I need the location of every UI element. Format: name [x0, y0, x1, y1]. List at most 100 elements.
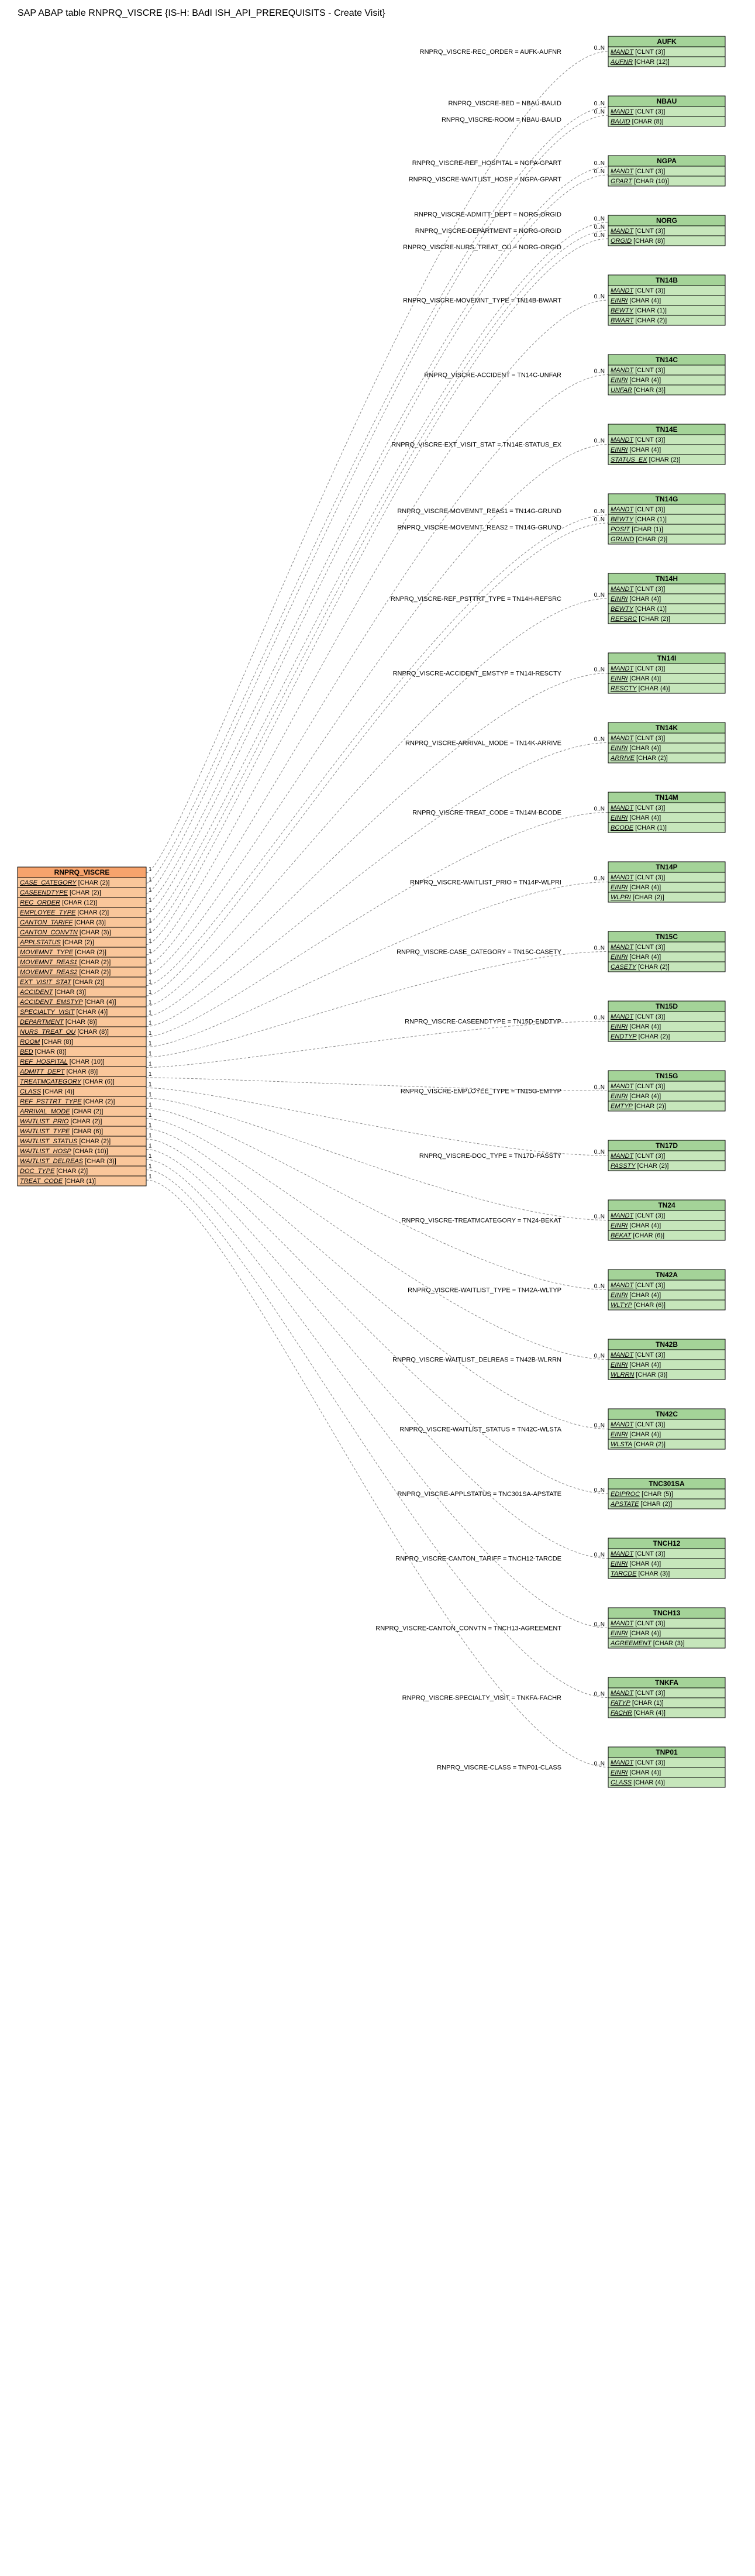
cardinality-left: 1 [149, 918, 152, 924]
cardinality-right: 0..N [594, 438, 605, 445]
cardinality-right: 0..N [594, 737, 605, 743]
table-field: FACHR [CHAR (4)] [611, 1710, 666, 1717]
relation-label: RNPRQ_VISCRE-NURS_TREAT_OU = NORG-ORGID [403, 244, 561, 251]
table-field: EINRI [CHAR (4)] [611, 297, 661, 304]
table-field: EMTYP [CHAR (2)] [611, 1103, 666, 1110]
cardinality-left: 1 [149, 1123, 152, 1129]
cardinality-right: 0..N [594, 517, 605, 523]
table-field: EMPLOYEE_TYPE [CHAR (2)] [20, 909, 109, 916]
table-field: EINRI [CHAR (4)] [611, 814, 661, 821]
table-field: EXT_VISIT_STAT [CHAR (2)] [20, 979, 104, 986]
relation-edge [146, 1109, 608, 1290]
table-field: EINRI [CHAR (4)] [611, 675, 661, 682]
table-field: MANDT [CLNT (3)] [611, 367, 665, 374]
table-title: NBAU [657, 97, 677, 105]
table-field: BEWTY [CHAR (1)] [611, 516, 667, 523]
relation-edge [146, 1170, 608, 1698]
relation-label: RNPRQ_VISCRE-REF_PSTTRT_TYPE = TN14H-REF… [391, 596, 561, 603]
table-field: MANDT [CLNT (3)] [611, 1759, 665, 1766]
table-TN17D: TN17DMANDT [CLNT (3)]PASSTY [CHAR (2)] [608, 1140, 725, 1171]
table-title: TN14K [656, 724, 678, 732]
table-field: CLASS [CHAR (4)] [20, 1088, 74, 1095]
table-TN24: TN24MANDT [CLNT (3)]EINRI [CHAR (4)]BEKA… [608, 1200, 725, 1240]
table-field: ROOM [CHAR (8)] [20, 1038, 73, 1045]
cardinality-left: 1 [149, 928, 152, 934]
table-field: NURS_TREAT_OU [CHAR (8)] [20, 1029, 109, 1036]
table-field: MANDT [CLNT (3)] [611, 804, 665, 811]
relation-label: RNPRQ_VISCRE-MOVEMNT_REAS2 = TN14G-GRUND [397, 524, 561, 531]
relation-edge [146, 599, 608, 1006]
table-field: EINRI [CHAR (4)] [611, 596, 661, 603]
table-field: CASETY [CHAR (2)] [611, 964, 670, 971]
table-field: WAITLIST_PRIO [CHAR (2)] [20, 1118, 102, 1125]
cardinality-right: 0..N [594, 1423, 605, 1429]
table-field: POSIT [CHAR (1)] [611, 526, 663, 533]
cardinality-right: 0..N [594, 1691, 605, 1698]
cardinality-left: 1 [149, 1174, 152, 1180]
table-RNPRQ_VISCRE: RNPRQ_VISCRECASE_CATEGORY [CHAR (2)]CASE… [18, 867, 146, 1186]
table-field: AGREEMENT [CHAR (3)] [610, 1640, 685, 1647]
table-title: TN42B [656, 1340, 678, 1349]
table-TN14G: TN14GMANDT [CLNT (3)]BEWTY [CHAR (1)]POS… [608, 494, 725, 544]
table-field: BED [CHAR (8)] [20, 1048, 66, 1055]
table-title: TN15C [656, 933, 678, 941]
relation-label: RNPRQ_VISCRE-WAITLIST_PRIO = TN14P-WLPRI [410, 879, 561, 886]
table-field: EINRI [CHAR (4)] [611, 954, 661, 961]
table-field: MANDT [CLNT (3)] [611, 108, 665, 115]
relation-edge [146, 1129, 608, 1429]
relation-label: RNPRQ_VISCRE-DEPARTMENT = NORG-ORGID [415, 228, 561, 235]
relation-label: RNPRQ_VISCRE-SPECIALTY_VISIT = TNKFA-FAC… [402, 1695, 561, 1702]
table-field: BEWTY [CHAR (1)] [611, 307, 667, 314]
relation-label: RNPRQ_VISCRE-MOVEMNT_REAS1 = TN14G-GRUND [397, 508, 561, 515]
table-field: MANDT [CLNT (3)] [611, 735, 665, 742]
table-field: SPECIALTY_VISIT [CHAR (4)] [20, 1009, 108, 1016]
er-diagram: RNPRQ_VISCRE-REC_ORDER = AUFK-AUFNR10..N… [0, 25, 755, 1828]
table-title: TN15G [656, 1072, 678, 1080]
table-field: WAITLIST_HOSP [CHAR (10)] [20, 1148, 108, 1155]
table-field: MANDT [CLNT (3)] [611, 1351, 665, 1358]
relation-label: RNPRQ_VISCRE-ROOM = NBAU-BAUID [442, 116, 561, 123]
table-field: EINRI [CHAR (4)] [611, 1222, 661, 1229]
cardinality-right: 0..N [594, 45, 605, 51]
table-field: MANDT [CLNT (3)] [611, 1282, 665, 1289]
relation-label: RNPRQ_VISCRE-CASE_CATEGORY = TN15C-CASET… [397, 949, 562, 956]
relation-label: RNPRQ_VISCRE-ARRIVAL_MODE = TN14K-ARRIVE [405, 740, 561, 747]
relation-label: RNPRQ_VISCRE-TREAT_CODE = TN14M-BCODE [412, 810, 561, 817]
relation-edge [146, 515, 608, 986]
table-field: MOVEMNT_REAS1 [CHAR (2)] [20, 959, 111, 966]
table-field: MOVEMNT_TYPE [CHAR (2)] [20, 949, 106, 956]
table-field: BEKAT [CHAR (6)] [611, 1232, 664, 1239]
table-field: EINRI [CHAR (4)] [611, 1630, 661, 1637]
table-field: MANDT [CLNT (3)] [611, 436, 665, 443]
relation-label: RNPRQ_VISCRE-WAITLIST_TYPE = TN42A-WLTYP [408, 1287, 561, 1294]
cardinality-left: 1 [149, 1071, 152, 1078]
relation-label: RNPRQ_VISCRE-ACCIDENT_EMSTYP = TN14I-RES… [393, 670, 562, 677]
table-TNKFA: TNKFAMANDT [CLNT (3)]FATYP [CHAR (1)]FAC… [608, 1677, 725, 1718]
relation-label: RNPRQ_VISCRE-WAITLIST_HOSP = NGPA-GPART [409, 176, 562, 183]
table-title: TN17D [656, 1141, 678, 1150]
table-title: TN42A [656, 1271, 678, 1279]
table-field: MANDT [CLNT (3)] [611, 228, 665, 235]
table-field: EINRI [CHAR (4)] [611, 1769, 661, 1776]
relation-edge [146, 1180, 608, 1767]
table-title: AUFK [657, 37, 677, 46]
table-field: MANDT [CLNT (3)] [611, 506, 665, 513]
table-TN15C: TN15CMANDT [CLNT (3)]EINRI [CHAR (4)]CAS… [608, 931, 725, 972]
cardinality-left: 1 [149, 1102, 152, 1109]
relation-label: RNPRQ_VISCRE-CLASS = TNP01-CLASS [437, 1765, 561, 1772]
table-field: MOVEMNT_REAS2 [CHAR (2)] [20, 969, 111, 976]
table-TN15D: TN15DMANDT [CLNT (3)]EINRI [CHAR (4)]END… [608, 1001, 725, 1041]
relation-label: RNPRQ_VISCRE-APPLSTATUS = TNC301SA-APSTA… [398, 1491, 561, 1498]
table-title: RNPRQ_VISCRE [54, 868, 110, 876]
table-field: MANDT [CLNT (3)] [611, 1083, 665, 1090]
table-field: WAITLIST_TYPE [CHAR (6)] [20, 1128, 103, 1135]
table-title: TNP01 [656, 1748, 678, 1756]
table-title: TNCH13 [653, 1609, 681, 1617]
table-title: TNC301SA [649, 1480, 685, 1488]
cardinality-right: 0..N [594, 1284, 605, 1290]
table-field: EDIPROC [CHAR (5)] [611, 1491, 673, 1498]
table-title: TN42C [656, 1410, 678, 1418]
table-field: GRUND [CHAR (2)] [611, 536, 667, 543]
table-title: TN14C [656, 356, 678, 364]
relation-edge [146, 952, 608, 1058]
